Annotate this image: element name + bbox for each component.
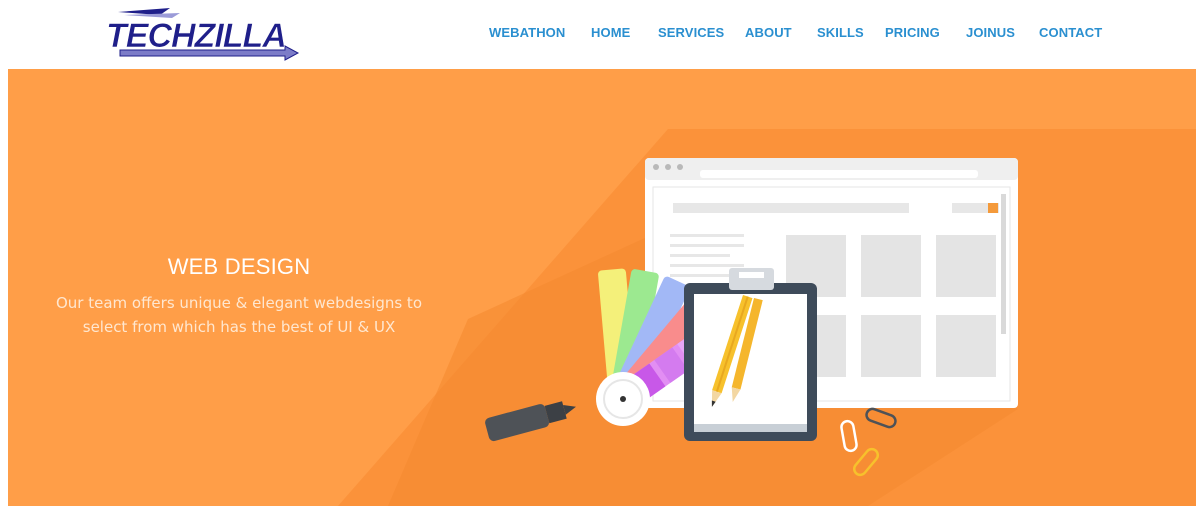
nav-webathon[interactable]: WEBATHON xyxy=(489,25,565,40)
nav-about[interactable]: ABOUT xyxy=(745,25,792,40)
hero-illustration xyxy=(338,129,1196,506)
hero-description-line-2: select from which has the best of UI & U… xyxy=(82,318,396,336)
hero-title: WEB DESIGN xyxy=(167,254,311,279)
nav-home[interactable]: HOME xyxy=(591,25,630,40)
clipboard-icon xyxy=(684,268,817,441)
nav-services[interactable]: SERVICES xyxy=(658,25,724,40)
nav-joinus[interactable]: JOINUS xyxy=(966,25,1015,40)
hero-description: Our team offers unique & elegant webdesi… xyxy=(28,291,450,339)
nav-skills[interactable]: SKILLS xyxy=(817,25,864,40)
nav-pricing[interactable]: PRICING xyxy=(885,25,940,40)
site-header: TECHZILLA WEBATHON HOME SERVICES ABOUT S… xyxy=(0,0,1196,69)
main-navigation: WEBATHON HOME SERVICES ABOUT SKILLS PRIC… xyxy=(0,25,1196,45)
hero-banner: WEB DESIGN Our team offers unique & eleg… xyxy=(8,69,1196,506)
nav-contact[interactable]: CONTACT xyxy=(1039,25,1102,40)
hero-description-line-1: Our team offers unique & elegant webdesi… xyxy=(55,294,422,312)
